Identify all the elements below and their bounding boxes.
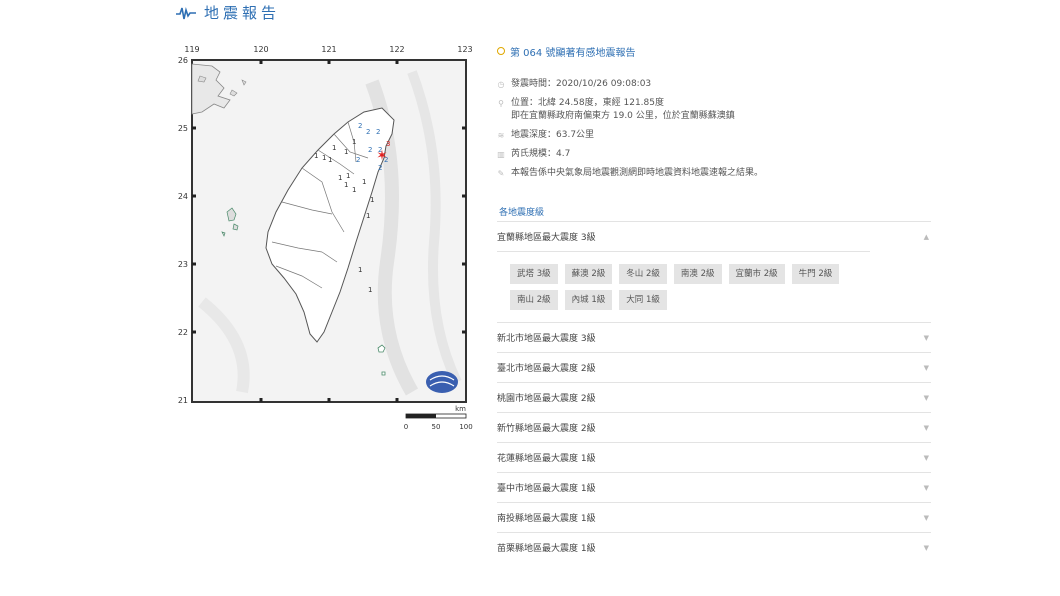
page-title: 地震報告 bbox=[204, 4, 281, 22]
station-chip: 武塔 3級 bbox=[510, 264, 558, 284]
chevron-down-icon: ▼ bbox=[923, 393, 929, 402]
intensity-label: 2 bbox=[358, 122, 362, 130]
intensity-label: 2 bbox=[366, 128, 370, 136]
region-item[interactable]: 桃園市地區最大震度 2級 ▼ bbox=[497, 382, 931, 412]
lon-label: 120 bbox=[253, 45, 268, 54]
pin-icon: ⚲ bbox=[498, 99, 504, 108]
report-info: ◷ 發震時間：2020/10/26 09:08:03 ⚲ 位置：北緯 24.58… bbox=[497, 78, 931, 180]
lon-label: 119 bbox=[184, 45, 199, 54]
info-time: ◷ 發震時間：2020/10/26 09:08:03 bbox=[497, 79, 652, 89]
intensity-label: 1 bbox=[362, 178, 366, 186]
region-item[interactable]: 新北市地區最大震度 3級 ▼ bbox=[497, 322, 931, 352]
info-depth: ≋ 地震深度：63.7公里 bbox=[497, 130, 595, 140]
info-note: ✎ 本報告係中央氣象局地震觀測網即時地震資料地震速報之結果。 bbox=[497, 168, 764, 178]
info-magnitude: ▥ 芮氏規模：4.7 bbox=[497, 149, 571, 159]
intensity-label: 2 bbox=[378, 164, 382, 172]
intensity-label: 1 bbox=[352, 186, 356, 194]
intensity-label: 1 bbox=[346, 172, 350, 180]
scale-label: 50 bbox=[432, 423, 441, 431]
info-location: ⚲ 位置：北緯 24.58度，東經 121.85度 bbox=[498, 98, 664, 108]
intensity-label: 1 bbox=[328, 156, 332, 164]
lat-label: 26 bbox=[178, 56, 188, 65]
lon-label: 122 bbox=[389, 45, 404, 54]
intensity-label: 1 bbox=[366, 212, 370, 220]
scale-label: 100 bbox=[459, 423, 472, 431]
region-item[interactable]: 南投縣地區最大震度 1級 ▼ bbox=[497, 502, 931, 532]
lon-label: 121 bbox=[321, 45, 336, 54]
report-title: 第 064 號顯著有感地震報告 bbox=[497, 40, 931, 62]
intensity-label: 1 bbox=[344, 181, 348, 189]
region-item[interactable]: 臺中市地區最大震度 1級 ▼ bbox=[497, 472, 931, 502]
intensity-label: 2 bbox=[356, 156, 360, 164]
intensity-label: 2 bbox=[368, 146, 372, 154]
intensity-label: 1 bbox=[314, 152, 318, 160]
chevron-up-icon: ▲ bbox=[923, 232, 929, 241]
lat-label: 25 bbox=[178, 124, 188, 133]
intensity-label: 1 bbox=[352, 138, 356, 146]
intensity-label: 2 bbox=[376, 128, 380, 136]
page-header: 地震報告 bbox=[176, 2, 280, 23]
intensity-section-label: 各地震度級 bbox=[499, 208, 545, 218]
scale-unit: km bbox=[455, 405, 466, 413]
report-panel: 第 064 號顯著有感地震報告 ◷ 發震時間：2020/10/26 09:08:… bbox=[497, 40, 931, 562]
intensity-label: 1 bbox=[368, 286, 372, 294]
chevron-down-icon: ▼ bbox=[923, 483, 929, 492]
lat-label: 21 bbox=[178, 396, 188, 405]
intensity-label: 1 bbox=[322, 154, 326, 162]
lat-label: 24 bbox=[178, 192, 188, 201]
chevron-down-icon: ▼ bbox=[923, 423, 929, 432]
intensity-label: 3 bbox=[386, 140, 390, 148]
magnitude-icon: ▥ bbox=[497, 150, 505, 159]
chevron-down-icon: ▼ bbox=[923, 513, 929, 522]
station-chip: 宜蘭市 2級 bbox=[728, 264, 785, 284]
station-list: 武塔 3級 蘇澳 2級 冬山 2級 南澳 2級 宜蘭市 2級 牛門 2級 南山 … bbox=[497, 251, 870, 322]
intensity-label: 1 bbox=[358, 266, 362, 274]
scale-label: 0 bbox=[404, 423, 408, 431]
station-chip: 蘇澳 2級 bbox=[564, 264, 613, 284]
region-item[interactable]: 新竹縣地區最大震度 2級 ▼ bbox=[497, 412, 931, 442]
clock-icon: ◷ bbox=[497, 80, 505, 89]
epicenter-star-icon: ✶ bbox=[376, 148, 388, 164]
lat-label: 22 bbox=[178, 328, 188, 337]
station-chip: 南山 2級 bbox=[510, 290, 558, 310]
station-chip: 牛門 2級 bbox=[791, 264, 840, 284]
chevron-down-icon: ▼ bbox=[923, 543, 929, 552]
intensity-label: 1 bbox=[370, 196, 374, 204]
station-chip: 內城 1級 bbox=[564, 290, 613, 310]
region-item[interactable]: 臺北市地區最大震度 2級 ▼ bbox=[497, 352, 931, 382]
lon-label: 123 bbox=[457, 45, 472, 54]
earthquake-map: 119 120 121 122 123 26 25 24 23 22 21 1 … bbox=[172, 42, 482, 434]
station-chip: 南澳 2級 bbox=[673, 264, 722, 284]
station-chip: 大同 1級 bbox=[619, 290, 667, 310]
depth-icon: ≋ bbox=[497, 131, 505, 140]
region-yilan[interactable]: 宜蘭縣地區最大震度 3級 ▲ bbox=[497, 221, 931, 251]
info-location-detail: 即在宜蘭縣政府南偏東方 19.0 公里，位於宜蘭縣蘇澳鎮 bbox=[511, 111, 735, 121]
station-chip: 冬山 2級 bbox=[619, 264, 667, 284]
pencil-icon: ✎ bbox=[497, 169, 505, 178]
intensity-label: 1 bbox=[344, 148, 348, 156]
region-item[interactable]: 花蓮縣地區最大震度 1級 ▼ bbox=[497, 442, 931, 472]
chevron-down-icon: ▼ bbox=[923, 333, 929, 342]
chevron-down-icon: ▼ bbox=[923, 453, 929, 462]
region-item[interactable]: 苗栗縣地區最大震度 1級 ▼ bbox=[497, 532, 931, 562]
circle-icon bbox=[497, 47, 505, 55]
intensity-label: 1 bbox=[332, 144, 336, 152]
chevron-down-icon: ▼ bbox=[923, 363, 929, 372]
intensity-label: 1 bbox=[338, 174, 342, 182]
lat-label: 23 bbox=[178, 260, 188, 269]
seismograph-icon bbox=[176, 6, 196, 19]
